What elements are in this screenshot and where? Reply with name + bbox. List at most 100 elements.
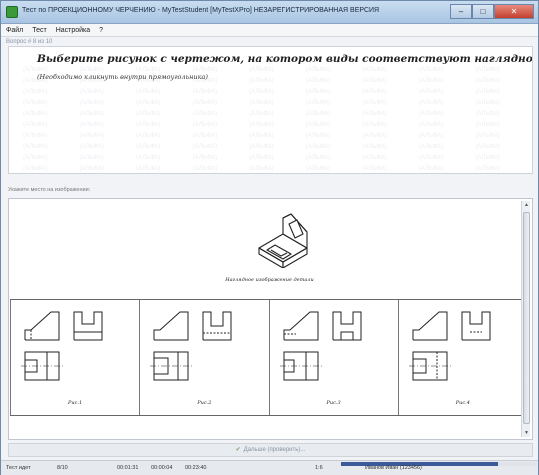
watermark-text: (АЛЬФА) bbox=[362, 144, 387, 150]
next-button[interactable]: ✔ Дальше (проверить)... bbox=[8, 443, 533, 457]
watermark-text: (АЛЬФА) bbox=[249, 89, 274, 95]
front-view-4 bbox=[412, 311, 448, 341]
menu-file[interactable]: Файл bbox=[6, 27, 23, 34]
watermark-text: (АЛЬФА) bbox=[23, 111, 48, 117]
watermark-text: (АЛЬФА) bbox=[475, 89, 500, 95]
watermark-text: (АЛЬФА) bbox=[305, 166, 331, 172]
menu-help[interactable]: ? bbox=[99, 27, 103, 34]
question-panel: (АЛЬФА) (АЛЬФА) (АЛЬФА) (АЛЬФА) (АЛЬФА) (АЛЬФ… bbox=[8, 46, 533, 174]
watermark-text: (АЛЬФА) bbox=[362, 78, 387, 84]
watermark-text: (АЛЬФА) bbox=[418, 122, 444, 128]
front-view-1 bbox=[24, 311, 60, 341]
watermark-text: (АЛЬФА) bbox=[136, 144, 161, 150]
watermark-text: (АЛЬФА) bbox=[305, 122, 331, 128]
app-window: Тест по ПРОЕКЦИОННОМУ ЧЕРЧЕНИЮ - MyTestS… bbox=[0, 0, 539, 475]
side-view-1 bbox=[73, 311, 103, 341]
watermark-text: (АЛЬФА) bbox=[23, 122, 48, 128]
option-figure-3[interactable]: Рис.3 bbox=[270, 300, 399, 415]
watermark-text: (АЛЬФА) bbox=[418, 111, 444, 117]
watermark-text: (АЛЬФА) bbox=[136, 166, 161, 172]
watermark-text: (АЛЬФА) bbox=[418, 78, 444, 84]
option-label-4: Рис.4 bbox=[455, 400, 470, 406]
watermark-text: (АЛЬФА) bbox=[305, 78, 331, 84]
scroll-up-icon[interactable]: ▲ bbox=[523, 202, 530, 208]
status-time-left: 00:23:40 bbox=[185, 465, 207, 471]
watermark-text: (АЛЬФА) bbox=[418, 89, 444, 95]
watermark-text: (АЛЬФА) bbox=[305, 133, 331, 139]
watermark-text: (АЛЬФА) bbox=[362, 133, 387, 139]
watermark-text: (АЛЬФА) bbox=[249, 133, 274, 139]
checkmark-icon: ✔ bbox=[235, 447, 241, 453]
close-button[interactable]: ✕ bbox=[494, 4, 534, 19]
instruction-label: Укажите место на изображении: bbox=[8, 187, 91, 193]
option-figure-2[interactable]: Рис.2 bbox=[140, 300, 270, 415]
watermark-text: (АЛЬФА) bbox=[79, 122, 104, 128]
question-text: Выберите рисунок с чертежом, на котором … bbox=[37, 53, 533, 65]
watermark-text: (АЛЬФА) bbox=[79, 133, 104, 139]
window-controls: – □ ✕ bbox=[450, 4, 534, 19]
vertical-scrollbar[interactable]: ▲ ▼ bbox=[521, 201, 530, 437]
side-view-2 bbox=[202, 311, 232, 341]
watermark-text: (АЛЬФА) bbox=[192, 111, 218, 117]
isometric-part-drawing bbox=[253, 210, 313, 269]
scroll-down-icon[interactable]: ▼ bbox=[523, 430, 530, 436]
watermark-text: (АЛЬФА) bbox=[475, 122, 500, 128]
watermark-text: (АЛЬФА) bbox=[249, 111, 274, 117]
watermark-text: (АЛЬФА) bbox=[79, 155, 104, 161]
title-bar[interactable]: Тест по ПРОЕКЦИОННОМУ ЧЕРЧЕНИЮ - MyTestS… bbox=[1, 1, 538, 24]
top-view-1 bbox=[21, 351, 63, 381]
option-figure-4[interactable]: Рис.4 bbox=[399, 300, 528, 415]
maximize-button[interactable]: □ bbox=[472, 4, 494, 19]
watermark-text: (АЛЬФА) bbox=[249, 78, 274, 84]
watermark-text: (АЛЬФА) bbox=[305, 111, 331, 117]
watermark-text: (АЛЬФА) bbox=[23, 133, 48, 139]
watermark-text: (АЛЬФА) bbox=[23, 100, 48, 106]
top-view-2 bbox=[150, 351, 193, 381]
watermark-text: (АЛЬФА) bbox=[136, 122, 161, 128]
watermark-text: (АЛЬФА) bbox=[192, 166, 218, 172]
watermark-text: (АЛЬФА) bbox=[136, 133, 161, 139]
side-view-4 bbox=[461, 311, 491, 341]
watermark-text: (АЛЬФА) bbox=[23, 155, 48, 161]
watermark-text: (АЛЬФА) bbox=[79, 100, 104, 106]
watermark-text: (АЛЬФА) bbox=[475, 144, 500, 150]
watermark-text: (АЛЬФА) bbox=[79, 144, 104, 150]
watermark-text: (АЛЬФА) bbox=[192, 144, 218, 150]
watermark-text: (АЛЬФА) bbox=[79, 89, 104, 95]
status-user: Иванов Иван (123456) bbox=[365, 465, 422, 471]
watermark-text: (АЛЬФА) bbox=[136, 155, 161, 161]
watermark-text: (АЛЬФА) bbox=[192, 122, 218, 128]
watermark-text: (АЛЬФА) bbox=[362, 111, 387, 117]
watermark-text: (АЛЬФА) bbox=[249, 122, 274, 128]
option-label-2: Рис.2 bbox=[197, 400, 212, 406]
watermark-text: (АЛЬФА) bbox=[475, 78, 500, 84]
side-view-3 bbox=[332, 311, 361, 341]
watermark-text: (АЛЬФА) bbox=[23, 89, 48, 95]
menu-settings[interactable]: Настройка bbox=[56, 27, 90, 34]
menu-test[interactable]: Тест bbox=[32, 27, 46, 34]
watermark-text: (АЛЬФА) bbox=[475, 111, 500, 117]
status-label: Тест идет bbox=[6, 465, 31, 471]
watermark-text: (АЛЬФА) bbox=[305, 155, 331, 161]
watermark-grid: (АЛЬФА) (АЛЬФА) (АЛЬФА) (АЛЬФА) (АЛЬФА) (АЛЬФ… bbox=[9, 47, 532, 173]
question-number: Вопрос # 8 из 10 bbox=[6, 39, 53, 45]
watermark-text: (АЛЬФА) bbox=[305, 144, 331, 150]
watermark-text: (АЛЬФА) bbox=[249, 155, 274, 161]
watermark-text: (АЛЬФА) bbox=[418, 166, 444, 172]
watermark-text: (АЛЬФА) bbox=[136, 100, 161, 106]
watermark-text: (АЛЬФА) bbox=[136, 89, 161, 95]
figure-caption: Наглядное изображение детали bbox=[225, 277, 314, 283]
watermark-text: (АЛЬФА) bbox=[475, 133, 500, 139]
answer-options: Рис.1 Рис.2 Рис.3 Рис.4 bbox=[10, 299, 528, 416]
menu-bar: Файл Тест Настройка ? bbox=[1, 24, 538, 37]
watermark-text: (АЛЬФА) bbox=[305, 67, 331, 73]
top-view-4 bbox=[408, 351, 451, 381]
watermark-text: (АЛЬФА) bbox=[79, 111, 104, 117]
option-figure-1[interactable]: Рис.1 bbox=[10, 300, 141, 415]
watermark-text: (АЛЬФА) bbox=[418, 100, 444, 106]
minimize-button[interactable]: – bbox=[450, 4, 472, 19]
scroll-thumb[interactable] bbox=[523, 212, 530, 424]
watermark-text: (АЛЬФА) bbox=[475, 100, 500, 106]
app-icon bbox=[6, 6, 18, 18]
watermark-text: (АЛЬФА) bbox=[418, 133, 444, 139]
